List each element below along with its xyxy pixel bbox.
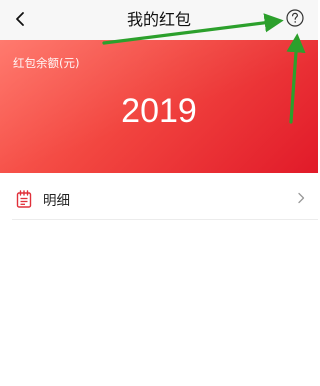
screen: 我的红包 红包余额(元) 2019 明细 — [0, 0, 318, 386]
page-title: 我的红包 — [126, 10, 191, 29]
balance-amount: 2019 — [121, 92, 197, 130]
notepad-icon — [15, 189, 33, 208]
balance-label: 红包余额(元) — [13, 56, 80, 70]
detail-row[interactable]: 明细 — [12, 178, 318, 220]
balance-card: 红包余额(元) 2019 — [0, 40, 318, 173]
chevron-right-icon — [294, 190, 308, 206]
question-circle-icon — [286, 9, 304, 27]
help-button[interactable] — [283, 6, 307, 30]
top-bar: 我的红包 — [0, 0, 318, 40]
detail-label: 明细 — [43, 192, 70, 209]
